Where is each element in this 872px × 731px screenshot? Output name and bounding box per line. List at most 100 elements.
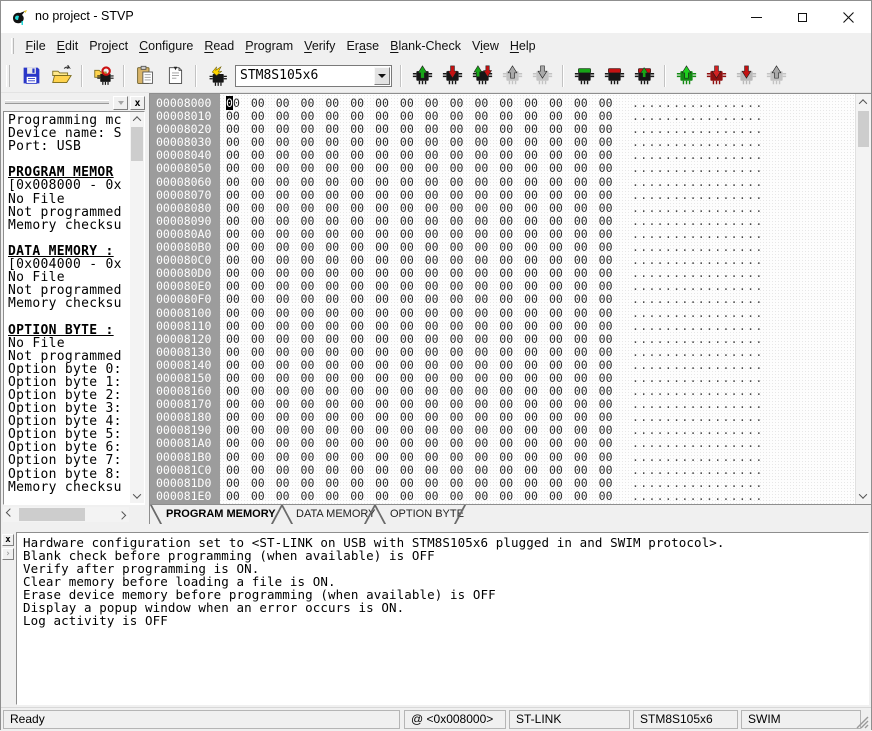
hex-byte[interactable]: 00 <box>251 320 276 333</box>
menu-item-verify[interactable]: Verify <box>299 36 341 56</box>
hex-byte[interactable]: 00 <box>226 189 251 202</box>
hex-byte[interactable]: 00 <box>599 490 624 503</box>
hex-byte[interactable]: 00 <box>226 293 251 306</box>
hex-byte[interactable]: 00 <box>301 490 326 503</box>
hex-byte[interactable]: 00 <box>301 293 326 306</box>
tab-option-byte[interactable]: OPTION BYTE <box>390 508 464 520</box>
hex-byte[interactable]: 00 <box>251 202 276 215</box>
hex-byte[interactable]: 00 <box>574 359 599 372</box>
hex-byte[interactable]: 00 <box>549 189 574 202</box>
hex-byte[interactable]: 00 <box>549 346 574 359</box>
hex-byte[interactable]: 00 <box>425 359 450 372</box>
hex-byte[interactable]: 00 <box>325 359 350 372</box>
hex-byte[interactable]: 00 <box>375 464 400 477</box>
hex-byte[interactable]: 00 <box>524 162 549 175</box>
hex-byte[interactable]: 00 <box>549 176 574 189</box>
hex-byte[interactable]: 00 <box>325 307 350 320</box>
hex-byte[interactable]: 00 <box>549 451 574 464</box>
hex-byte[interactable]: 00 <box>251 333 276 346</box>
hex-byte[interactable]: 00 <box>226 215 251 228</box>
device-combo[interactable]: STM8S105x6 <box>235 65 392 87</box>
hex-byte[interactable]: 00 <box>549 477 574 490</box>
hex-byte[interactable]: 00 <box>276 162 301 175</box>
menu-item-blank-check[interactable]: Blank-Check <box>385 36 467 56</box>
hex-byte[interactable]: 00 <box>549 490 574 503</box>
hex-byte[interactable]: 00 <box>400 346 425 359</box>
hex-byte[interactable]: 00 <box>549 320 574 333</box>
hex-byte[interactable]: 00 <box>599 333 624 346</box>
hex-byte[interactable]: 00 <box>276 307 301 320</box>
paste-icon[interactable] <box>133 63 158 88</box>
hex-byte[interactable]: 00 <box>325 176 350 189</box>
hex-byte[interactable]: 00 <box>400 215 425 228</box>
hex-byte[interactable]: 00 <box>350 346 375 359</box>
hex-byte[interactable]: 00 <box>276 464 301 477</box>
hex-byte[interactable]: 00 <box>599 437 624 450</box>
hex-byte[interactable]: 00 <box>425 346 450 359</box>
output-dock-button[interactable]: › <box>2 548 14 560</box>
hex-byte[interactable]: 00 <box>599 176 624 189</box>
hex-byte[interactable]: 00 <box>499 477 524 490</box>
hex-byte[interactable]: 00 <box>325 451 350 464</box>
scroll-up-button[interactable] <box>130 112 144 126</box>
hex-byte[interactable]: 00 <box>574 333 599 346</box>
hex-byte[interactable]: 00 <box>425 437 450 450</box>
maximize-button[interactable] <box>779 1 825 33</box>
hex-byte[interactable]: 00 <box>599 451 624 464</box>
hex-byte[interactable]: 00 <box>499 490 524 503</box>
hex-byte[interactable]: 00 <box>251 307 276 320</box>
hex-byte[interactable]: 00 <box>524 189 549 202</box>
hex-byte[interactable]: 00 <box>524 202 549 215</box>
hex-byte[interactable]: 00 <box>251 293 276 306</box>
hex-byte[interactable]: 00 <box>599 464 624 477</box>
hex-byte[interactable]: 00 <box>499 162 524 175</box>
hex-byte[interactable]: 00 <box>301 202 326 215</box>
hex-byte[interactable]: 00 <box>301 451 326 464</box>
hex-byte[interactable]: 00 <box>450 333 475 346</box>
hex-byte[interactable]: 00 <box>325 333 350 346</box>
hex-byte[interactable]: 00 <box>400 176 425 189</box>
toolbar-grip[interactable] <box>6 65 10 87</box>
hex-byte[interactable]: 00 <box>350 320 375 333</box>
hex-byte[interactable]: 00 <box>276 346 301 359</box>
hex-byte[interactable]: 00 <box>425 490 450 503</box>
hex-byte[interactable]: 00 <box>375 162 400 175</box>
hex-byte[interactable]: 00 <box>524 477 549 490</box>
menu-item-project[interactable]: Project <box>84 36 134 56</box>
fill-device-icon[interactable] <box>205 63 230 88</box>
hex-byte[interactable]: 00 <box>499 359 524 372</box>
hex-byte[interactable]: 00 <box>499 189 524 202</box>
hex-byte[interactable]: 00 <box>499 437 524 450</box>
hex-byte[interactable]: 00 <box>400 293 425 306</box>
hex-byte[interactable]: 00 <box>400 359 425 372</box>
hex-byte[interactable]: 00 <box>450 320 475 333</box>
hex-byte[interactable]: 00 <box>226 464 251 477</box>
hex-byte[interactable]: 00 <box>375 176 400 189</box>
hex-byte[interactable]: 00 <box>301 307 326 320</box>
hex-byte[interactable]: 00 <box>599 202 624 215</box>
hex-byte[interactable]: 00 <box>549 202 574 215</box>
hex-byte[interactable]: 00 <box>375 359 400 372</box>
hex-byte[interactable]: 00 <box>350 176 375 189</box>
hex-byte[interactable]: 00 <box>574 451 599 464</box>
hex-byte[interactable]: 00 <box>549 437 574 450</box>
menu-item-edit[interactable]: Edit <box>51 36 84 56</box>
hex-byte[interactable]: 00 <box>499 451 524 464</box>
hex-byte[interactable]: 00 <box>301 215 326 228</box>
hex-byte[interactable]: 00 <box>524 293 549 306</box>
hex-byte[interactable]: 00 <box>499 464 524 477</box>
hex-byte[interactable]: 00 <box>400 162 425 175</box>
hex-byte[interactable]: 00 <box>474 346 499 359</box>
log-messages[interactable]: Hardware configuration set to <ST-LINK o… <box>16 532 869 705</box>
hex-byte[interactable]: 00 <box>450 293 475 306</box>
menu-item-view[interactable]: View <box>466 36 504 56</box>
hex-byte[interactable]: 00 <box>474 215 499 228</box>
hex-byte[interactable]: 00 <box>499 333 524 346</box>
hex-byte[interactable]: 00 <box>450 307 475 320</box>
hex-byte[interactable]: 00 <box>276 176 301 189</box>
hex-byte[interactable]: 00 <box>276 477 301 490</box>
hex-byte[interactable]: 00 <box>450 477 475 490</box>
hex-byte[interactable]: 00 <box>549 464 574 477</box>
hex-byte[interactable]: 00 <box>350 215 375 228</box>
hex-byte[interactable]: 00 <box>350 202 375 215</box>
